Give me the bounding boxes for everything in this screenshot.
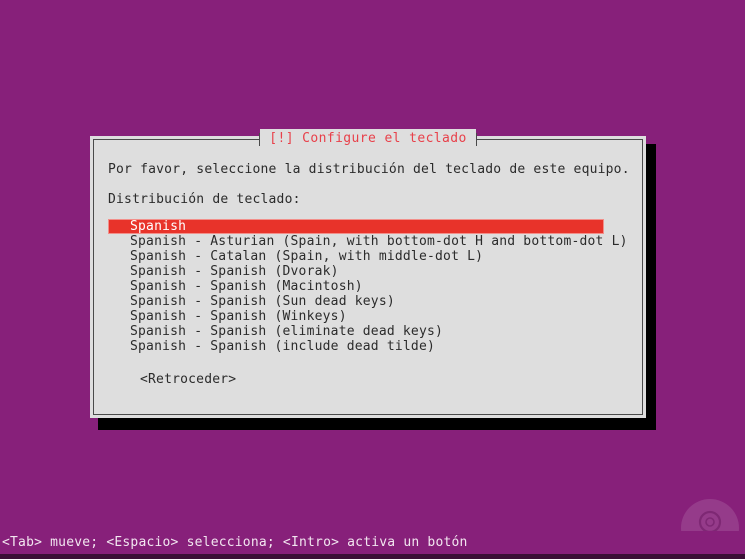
list-item[interactable]: Spanish - Asturian (Spain, with bottom-d… (108, 234, 628, 249)
list-item[interactable]: Spanish - Spanish (Macintosh) (108, 279, 628, 294)
intro-text: Por favor, seleccione la distribución de… (108, 162, 630, 177)
status-bar-hint-text: <Tab> mueve; <Espacio> selecciona; <Intr… (2, 535, 468, 550)
list-item[interactable]: Spanish - Spanish (Sun dead keys) (108, 294, 628, 309)
configure-keyboard-dialog: [!] Configure el teclado Por favor, sele… (90, 129, 646, 418)
list-item[interactable]: Spanish (108, 219, 604, 234)
back-button[interactable]: <Retroceder> (108, 372, 628, 387)
keyboard-layout-list[interactable]: Spanish Spanish - Asturian (Spain, with b… (108, 219, 628, 354)
status-bar: <Tab> mueve; <Espacio> selecciona; <Intr… (0, 531, 745, 559)
dialog-inner-frame: [!] Configure el teclado Por favor, sele… (93, 129, 643, 415)
list-item[interactable]: Spanish - Spanish (Dvorak) (108, 264, 628, 279)
list-item[interactable]: Spanish - Catalan (Spain, with middle-do… (108, 249, 628, 264)
dialog-body: Por favor, seleccione la distribución de… (94, 140, 642, 414)
list-item[interactable]: Spanish - Spanish (Winkeys) (108, 309, 628, 324)
field-label: Distribución de teclado: (108, 192, 301, 207)
list-item[interactable]: Spanish - Spanish (eliminate dead keys) (108, 324, 628, 339)
list-item[interactable]: Spanish - Spanish (include dead tilde) (108, 339, 628, 354)
